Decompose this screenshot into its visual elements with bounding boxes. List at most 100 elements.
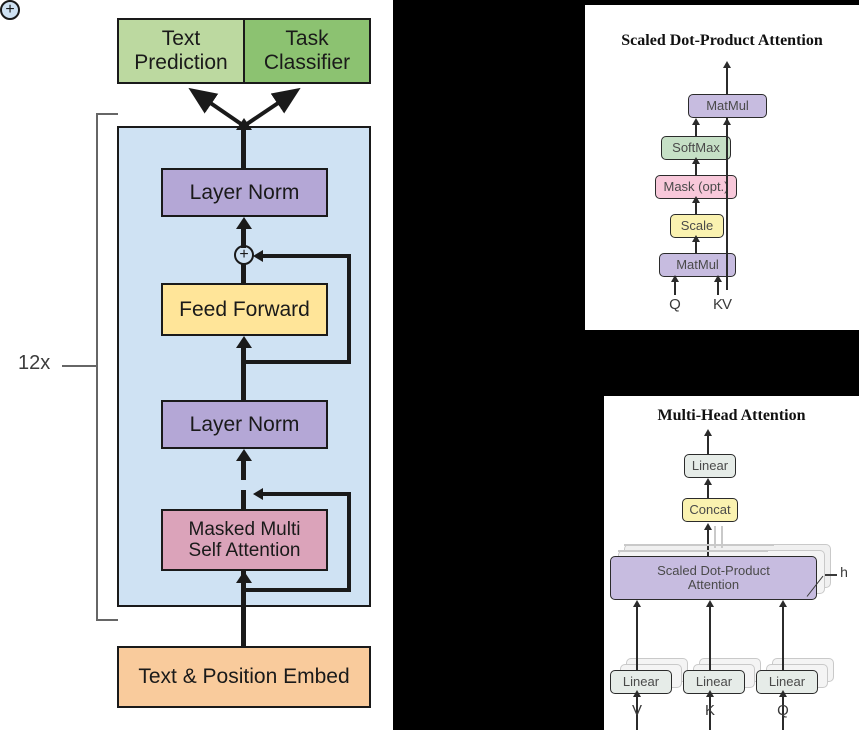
masked-multi-self-attention-label: Masked Multi Self Attention: [188, 518, 301, 561]
masked-multi-self-attention-box: Masked Multi Self Attention: [161, 509, 328, 571]
mha-linear-k-label: Linear: [695, 674, 733, 690]
mha-concat-to-linear-arrow: [704, 478, 712, 485]
head-count-label: h: [840, 564, 848, 580]
mha-title: Multi-Head Attention: [657, 407, 806, 424]
sdpa-v-bypass-line: [726, 118, 728, 290]
text-position-embed-label: Text & Position Embed: [138, 665, 350, 689]
sdpa-scale-to-mask-line: [695, 202, 697, 214]
sdpa-input-q-label: Q: [669, 296, 681, 313]
mha-sdpa-to-concat-arrow: [704, 523, 712, 530]
mha-output-linear-label: Linear: [691, 458, 729, 474]
skip-2-horizontal-top: [262, 254, 351, 258]
sdpa-mask-to-softmax-line: [695, 163, 697, 175]
task-classifier-label: Task Classifier: [263, 27, 351, 74]
mha-out-line: [707, 434, 709, 454]
text-position-embed-box: Text & Position Embed: [117, 646, 371, 708]
sdpa-matmul-top-label: MatMul: [706, 98, 749, 114]
repeat-bracket-stub: [62, 365, 98, 367]
layer-norm-lower-label: Layer Norm: [189, 412, 300, 436]
mha-linear-k-to-sdpa-line: [709, 606, 711, 670]
residual-add-2: +: [234, 245, 254, 265]
mha-linear-v-to-sdpa-arrow: [633, 600, 641, 607]
mha-concat-box: Concat: [682, 498, 738, 522]
mha-linear-k-to-sdpa-arrow: [706, 600, 714, 607]
mha-v-input-arrow: [633, 690, 641, 697]
mha-linear-v-label: Linear: [622, 674, 660, 690]
sdpa-matmul-bottom-label: MatMul: [676, 257, 719, 273]
skip-1-horizontal-bottom: [241, 588, 351, 592]
mha-q-input-arrow: [779, 690, 787, 697]
skip-1-horizontal-top: [262, 492, 351, 496]
residual-add-1: +: [0, 0, 20, 20]
sdpa-scale-label: Scale: [680, 218, 714, 234]
scaled-dot-product-attention-panel: Scaled Dot-Product Attention MatMul Soft…: [585, 5, 859, 330]
mha-linear-v-box: Linear: [610, 670, 672, 694]
mha-ghost-wire-top-1: [624, 544, 774, 546]
sdpa-out-line: [726, 67, 728, 94]
text-prediction-label: Text Prediction: [134, 27, 228, 74]
layer-norm-upper-box: Layer Norm: [161, 168, 328, 217]
mha-output-linear-box: Linear: [684, 454, 736, 478]
feed-forward-label: Feed Forward: [179, 297, 310, 321]
flow-arrow-into-attention: [236, 571, 252, 583]
flow-arrow-block-output: [236, 118, 252, 130]
skip-1-arrowhead: [253, 488, 263, 500]
sdpa-softmax-label: SoftMax: [672, 140, 720, 156]
multi-head-attention-panel: Multi-Head Attention Linear Concat Scale…: [604, 396, 859, 730]
sdpa-matmul-bottom-box: MatMul: [659, 253, 736, 277]
mha-out-arrow: [704, 429, 712, 436]
residual-add-2-symbol: +: [239, 246, 249, 263]
flow-layernorm2-to-top: [241, 126, 246, 168]
repeat-count-label: 12x: [18, 352, 51, 374]
layer-norm-lower-box: Layer Norm: [161, 400, 328, 449]
sdpa-softmax-to-matmul-line: [695, 124, 697, 136]
sdpa-scale-to-mask-arrow: [692, 196, 700, 203]
sdpa-q-arrow: [671, 275, 679, 282]
sdpa-mask-to-softmax-arrow: [692, 157, 700, 164]
sdpa-matmul-to-scale-arrow: [692, 235, 700, 242]
flow-add2-to-layernorm2: [241, 229, 246, 248]
repeat-bracket: [96, 113, 118, 621]
mha-linear-q-to-sdpa-arrow: [779, 600, 787, 607]
flow-add1-to-layernorm1: [241, 461, 246, 480]
residual-add-1-symbol: +: [5, 1, 15, 18]
flow-attn-to-add1: [241, 490, 246, 509]
mha-linear-k-box: Linear: [683, 670, 745, 694]
mha-linear-v-to-sdpa-line: [636, 606, 638, 670]
mha-concat-label: Concat: [689, 502, 731, 518]
task-classifier-box: Task Classifier: [244, 18, 371, 84]
sdpa-matmul-top-box: MatMul: [688, 94, 767, 118]
sdpa-matmul-to-scale-line: [695, 241, 697, 253]
mha-linear-q-label: Linear: [768, 674, 806, 690]
mha-input-label-q: Q: [777, 702, 789, 719]
sdpa-mask-label: Mask (opt.): [663, 179, 729, 195]
flow-arrow-into-layernorm2: [236, 217, 252, 229]
gpt-architecture-panel: Text Prediction Task Classifier Layer No…: [0, 0, 393, 730]
sdpa-softmax-to-matmul-arrow: [692, 118, 700, 125]
mha-linear-q-to-sdpa-line: [782, 606, 784, 670]
mha-linear-q-box: Linear: [756, 670, 818, 694]
flow-ff-to-add2: [241, 264, 246, 283]
feed-forward-box: Feed Forward: [161, 283, 328, 336]
mha-scaled-dot-product-attention-label: Scaled Dot-Product Attention: [657, 563, 770, 592]
skip-2-horizontal-bottom: [241, 360, 351, 364]
flow-arrow-into-layernorm1: [236, 449, 252, 461]
mha-scaled-dot-product-attention-box: Scaled Dot-Product Attention: [610, 556, 817, 600]
skip-2-arrowhead: [253, 250, 263, 262]
sdpa-k-arrow: [714, 275, 722, 282]
skip-2-vertical: [347, 256, 351, 364]
sdpa-out-arrow: [723, 61, 731, 68]
mha-input-label-k: K: [704, 702, 715, 719]
mha-input-label-v: V: [631, 702, 642, 719]
sdpa-v-bypass-arrow: [723, 118, 731, 125]
mha-ghost-wire-top-2: [618, 550, 768, 552]
sdpa-title: Scaled Dot-Product Attention: [621, 32, 823, 49]
sdpa-input-v-label: V: [721, 296, 732, 313]
skip-1-vertical: [347, 494, 351, 592]
flow-layernorm1-to-ff: [241, 348, 246, 400]
mha-concat-to-linear-line: [707, 484, 709, 498]
head-count-leader: [825, 574, 837, 576]
flow-arrow-into-ff: [236, 336, 252, 348]
text-prediction-box: Text Prediction: [117, 18, 244, 84]
sdpa-q-stem: [674, 281, 676, 295]
